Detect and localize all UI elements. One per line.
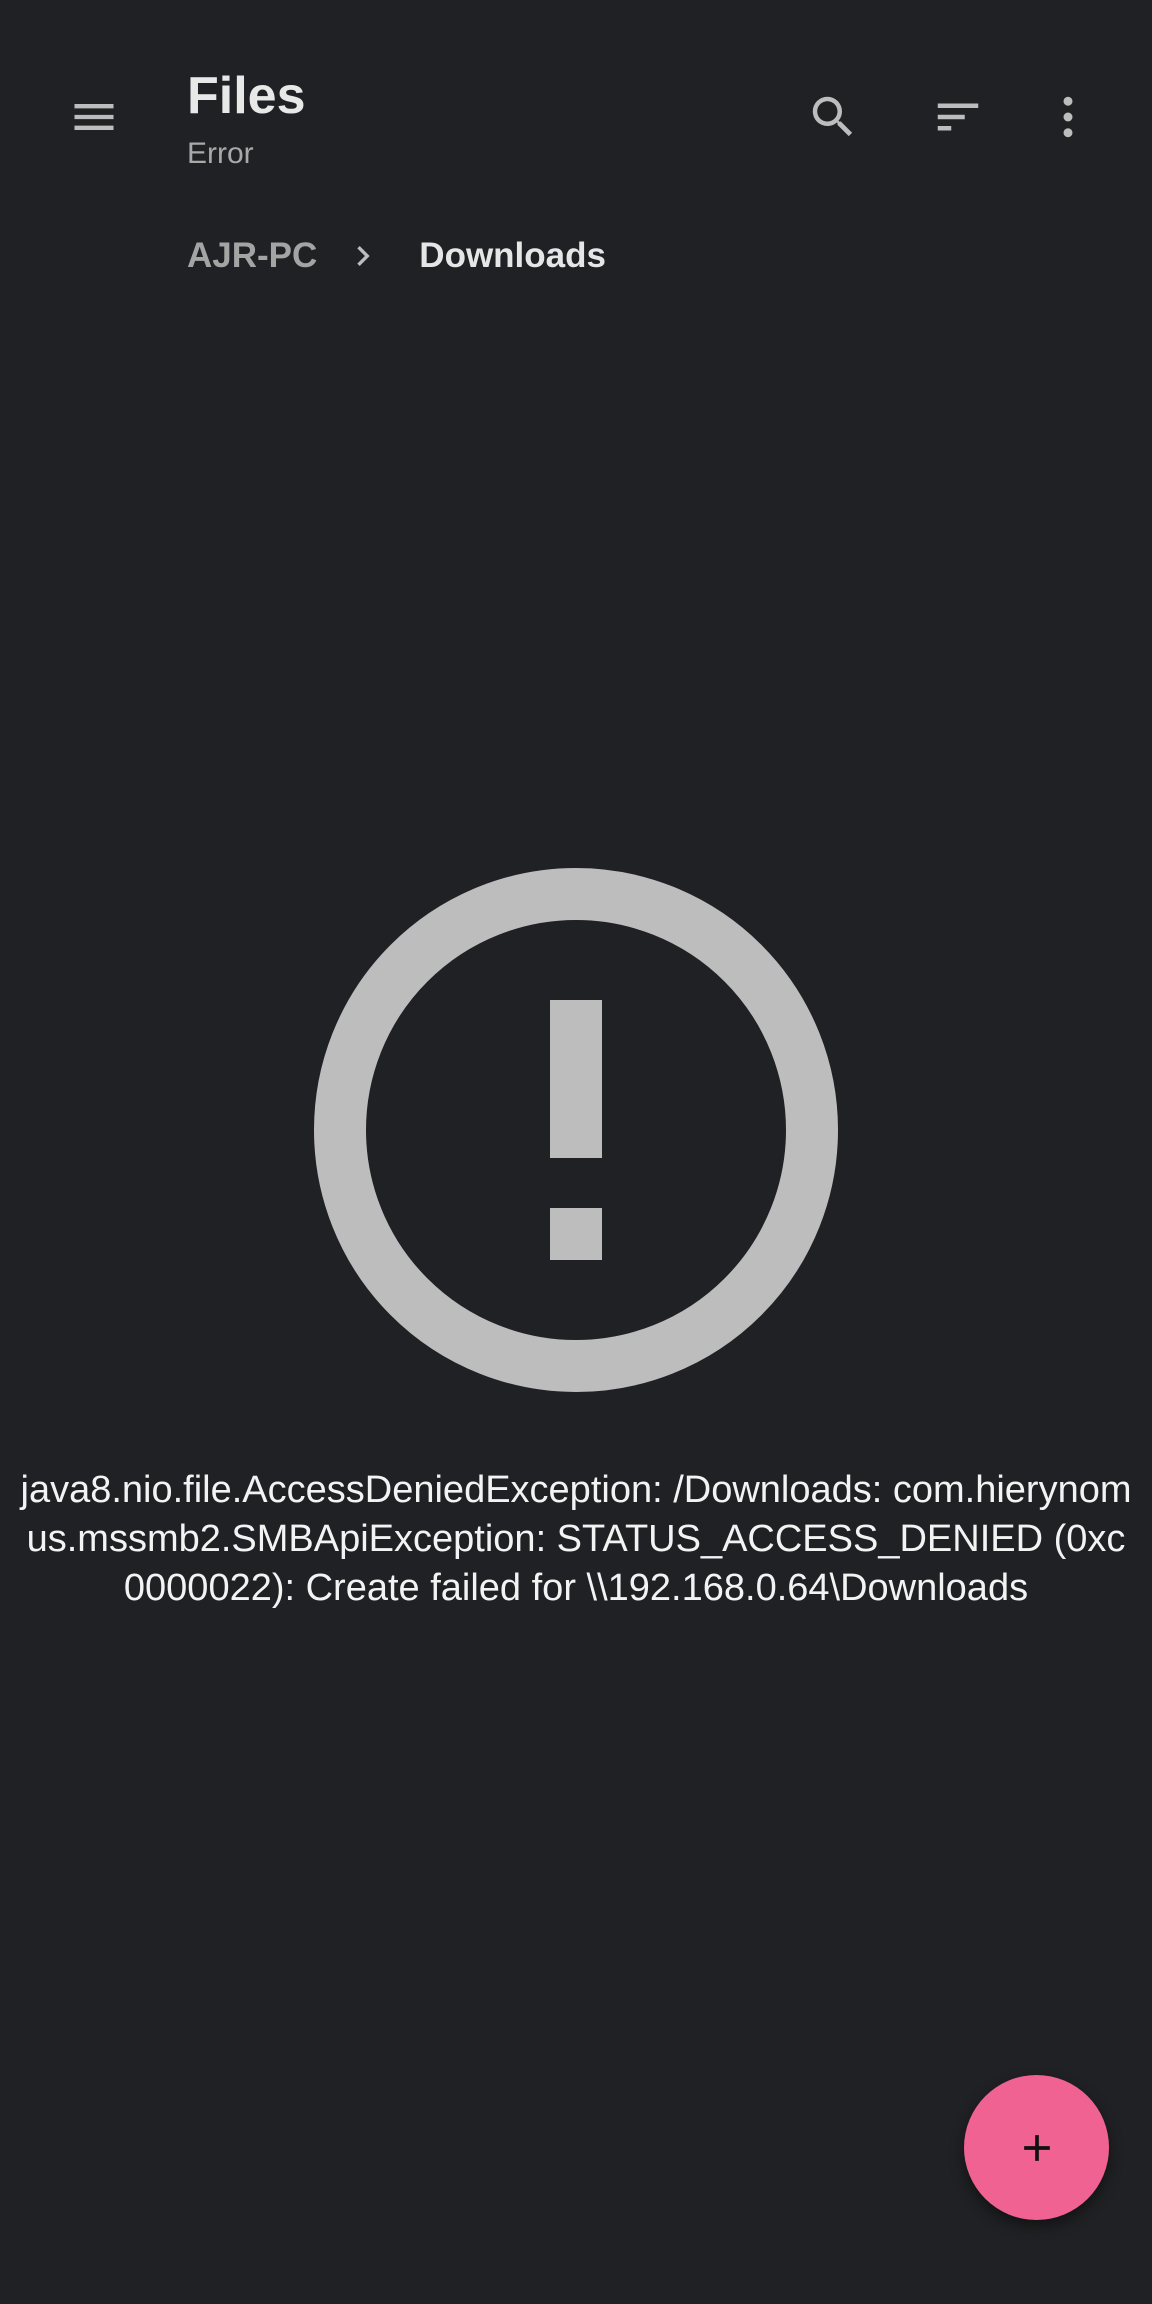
search-button[interactable] [785, 69, 881, 165]
menu-button[interactable] [46, 69, 142, 165]
sort-icon [937, 103, 979, 131]
search-icon [812, 96, 853, 137]
page-title: Files [187, 67, 306, 125]
error-message: java8.nio.file.AccessDeniedException: /D… [20, 1469, 1132, 1609]
more-vert-icon [1063, 96, 1073, 138]
breadcrumb-item-downloads[interactable]: Downloads [419, 236, 606, 276]
plus-icon [1023, 2134, 1050, 2161]
breadcrumb-separator [343, 236, 383, 276]
page-subtitle: Error [187, 137, 254, 170]
more-options-button[interactable] [1020, 69, 1116, 165]
chevron-right-icon [357, 246, 370, 266]
error-outline-icon [314, 868, 838, 1392]
menu-icon [74, 104, 114, 130]
app-bar: Files Error [0, 0, 1152, 200]
add-fab-button[interactable] [964, 2075, 1109, 2220]
breadcrumb: AJR-PC Downloads [187, 226, 606, 286]
breadcrumb-item-ajr-pc[interactable]: AJR-PC [187, 236, 317, 276]
sort-button[interactable] [910, 69, 1006, 165]
